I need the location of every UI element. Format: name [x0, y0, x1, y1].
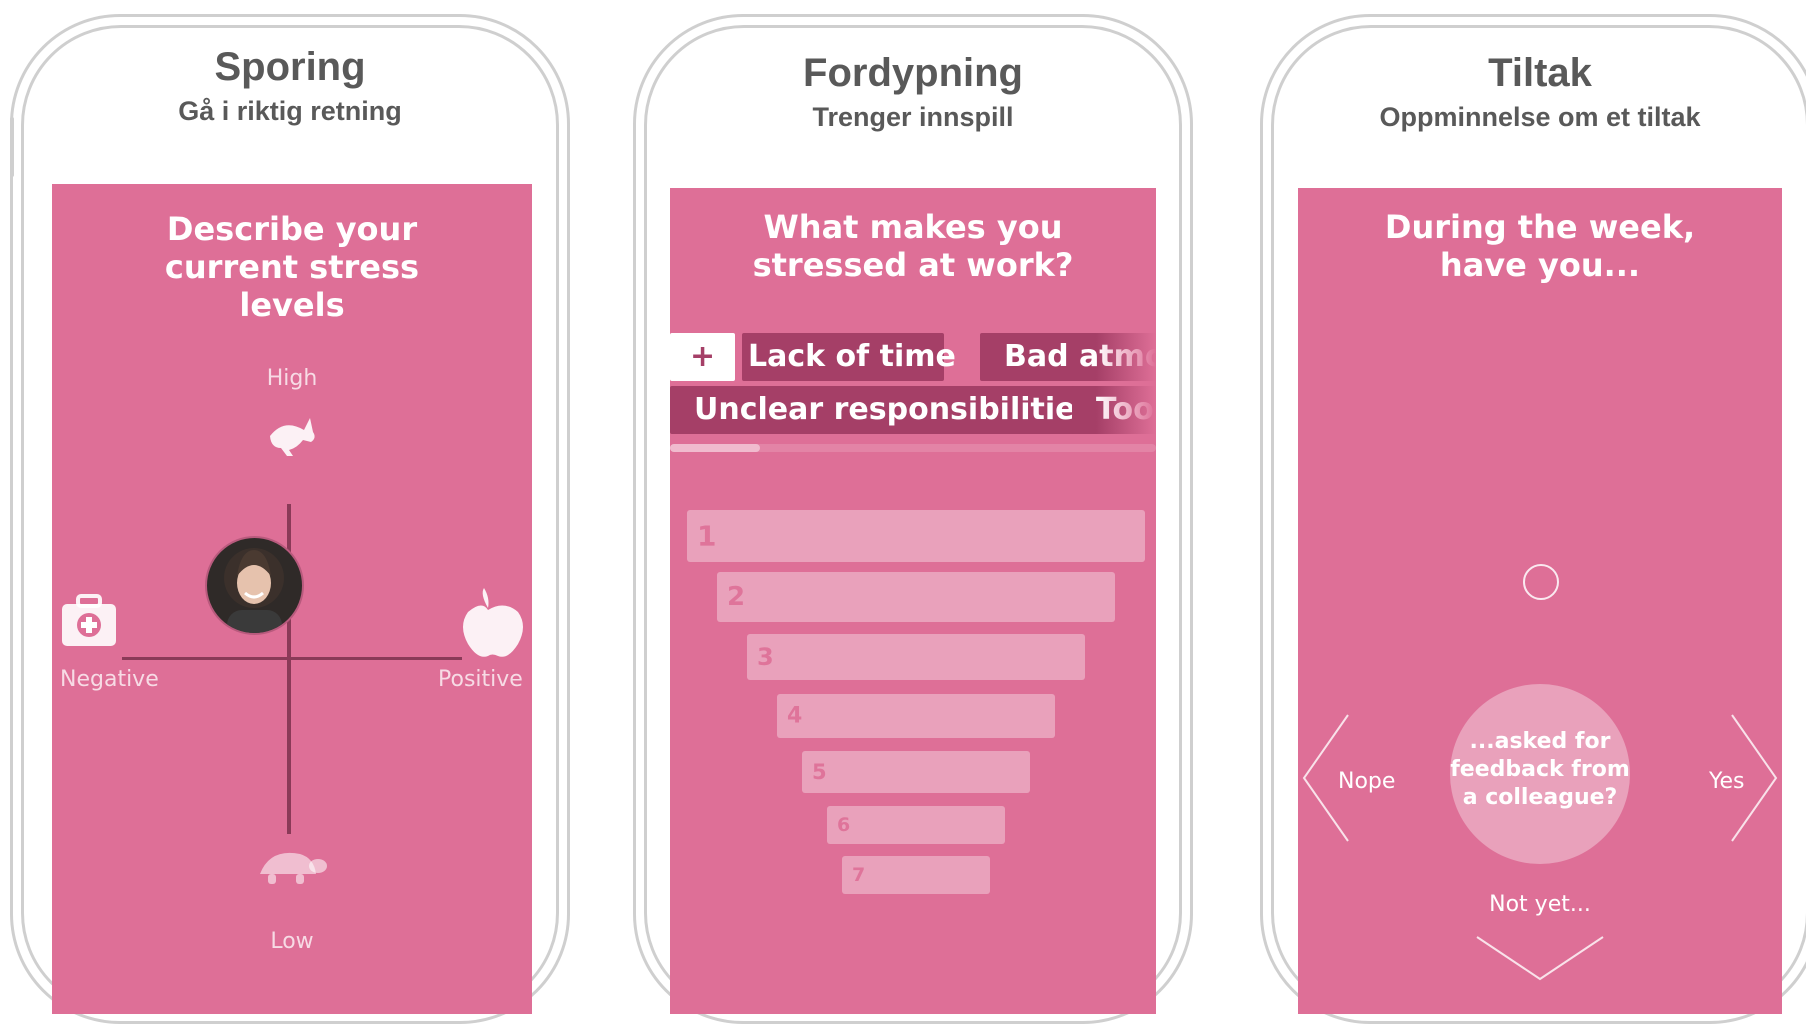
card-text: ...asked for feedback from a colleague?	[1450, 729, 1630, 810]
phone-subtitle: Oppminnelse om et tiltak	[1379, 102, 1701, 132]
phone-title: Tiltak	[1488, 51, 1592, 95]
rank-slot[interactable]: 4	[777, 694, 1055, 738]
chip-scrollbar[interactable]	[670, 444, 1156, 452]
progress-dot	[1523, 564, 1559, 600]
rank-slot[interactable]: 5	[802, 751, 1030, 793]
rank-slot[interactable]: 6	[827, 806, 1005, 844]
phone-frame-tiltak: Tiltak Oppminnelse om et tiltak During t…	[1260, 14, 1806, 1024]
phone-subtitle: Trenger innspill	[812, 102, 1014, 132]
screen-question: During the week, have you...	[1384, 208, 1696, 284]
rank-slot[interactable]: 3	[747, 634, 1085, 680]
phone-header: Tiltak Oppminnelse om et tiltak	[1263, 51, 1806, 133]
label-positive: Positive	[438, 667, 523, 692]
phone-title: Fordypning	[803, 51, 1023, 95]
rank-slot[interactable]: 1	[687, 510, 1145, 562]
apple-icon	[450, 586, 526, 662]
horizontal-axis	[122, 657, 462, 660]
avatar[interactable]	[205, 536, 304, 635]
phone-title: Sporing	[214, 45, 366, 89]
nope-option[interactable]: Nope	[1338, 769, 1395, 794]
rabbit-icon	[260, 406, 320, 466]
add-chip-button[interactable]: +	[670, 333, 736, 381]
not-yet-option[interactable]: Not yet...	[1298, 892, 1782, 917]
chips-fade	[1096, 328, 1156, 438]
app-screen-fordypning: What makes you stressed at work? + Lack …	[670, 188, 1156, 1014]
chip-lack-of-time[interactable]: Lack of time	[742, 333, 956, 381]
rank-slot[interactable]: 7	[842, 856, 990, 894]
turtle-icon	[252, 844, 328, 892]
label-high: High	[266, 366, 318, 391]
app-screen-tiltak: During the week, have you... Nope ...ask…	[1298, 188, 1782, 1014]
chip-unclear-responsibilities[interactable]: Unclear responsibilities	[670, 386, 1118, 434]
first-aid-kit-icon	[60, 594, 118, 648]
chevron-down-icon[interactable]	[1475, 933, 1605, 983]
chip-scrollbar-thumb[interactable]	[670, 444, 760, 452]
phone-frame-sporing: Sporing Gå i riktig retning Describe you…	[10, 14, 570, 1024]
label-low: Low	[270, 929, 314, 954]
screen-question: What makes you stressed at work?	[752, 208, 1074, 284]
rank-slot[interactable]: 2	[717, 572, 1115, 622]
app-screen-sporing: Describe your current stress levels High	[52, 184, 532, 1014]
phone-frame-fordypning: Fordypning Trenger innspill What makes y…	[633, 14, 1193, 1024]
phone-header: Sporing Gå i riktig retning	[13, 45, 567, 127]
chevron-right-icon[interactable]	[1730, 713, 1780, 843]
label-negative: Negative	[60, 667, 159, 692]
screen-question: Describe your current stress levels	[164, 210, 420, 324]
question-card[interactable]: ...asked for feedback from a colleague?	[1450, 684, 1630, 864]
phone-subtitle: Gå i riktig retning	[178, 96, 402, 126]
phone-header: Fordypning Trenger innspill	[636, 51, 1190, 133]
